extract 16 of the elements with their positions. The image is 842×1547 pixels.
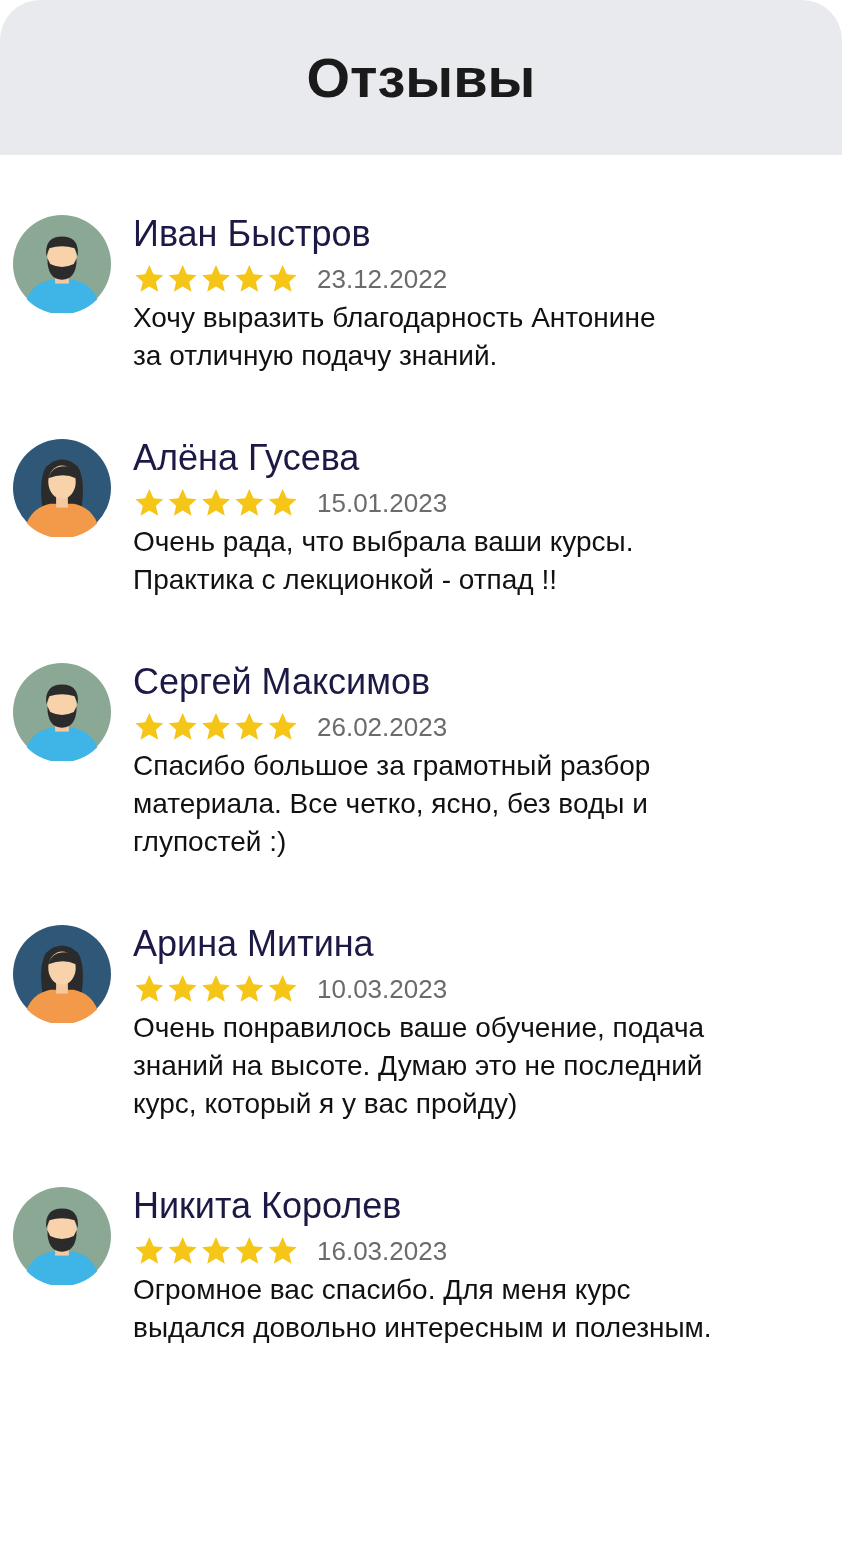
reviewer-name: Никита Королев <box>133 1185 403 1227</box>
review-text: Хочу выразить благодарность Антонине за отличную подачу знаний. <box>133 301 657 373</box>
review-date: 23.12.2022 <box>317 263 448 295</box>
reviewer-name: Арина Митина <box>133 923 375 965</box>
reviewer-name: Иван Быстров <box>133 213 372 255</box>
review-text: Очень понравилось ваше обучение, подача знаний на высоте. Думаю это не последний курс, который я у вас пройду) <box>133 1011 706 1121</box>
page-title: Отзывы <box>306 45 536 110</box>
review-date: 16.03.2023 <box>317 1235 448 1267</box>
review-date: 15.01.2023 <box>317 487 448 519</box>
review-date: 26.02.2023 <box>317 711 448 743</box>
review-date: 10.03.2023 <box>317 973 448 1005</box>
review-text: Огромное вас спасибо. Для меня курс выдался довольно интересным и полезным. <box>133 1273 713 1345</box>
reviewer-name: Алёна Гусева <box>133 437 361 479</box>
review-text: Спасибо большое за грамотный разбор материала. Все четко, ясно, без воды и глупостей :) <box>133 749 652 859</box>
reviewer-name: Сергей Максимов <box>133 661 432 703</box>
review-text: Очень рада, что выбрала ваши курсы. Практика с лекционкой - отпад !! <box>133 525 635 597</box>
